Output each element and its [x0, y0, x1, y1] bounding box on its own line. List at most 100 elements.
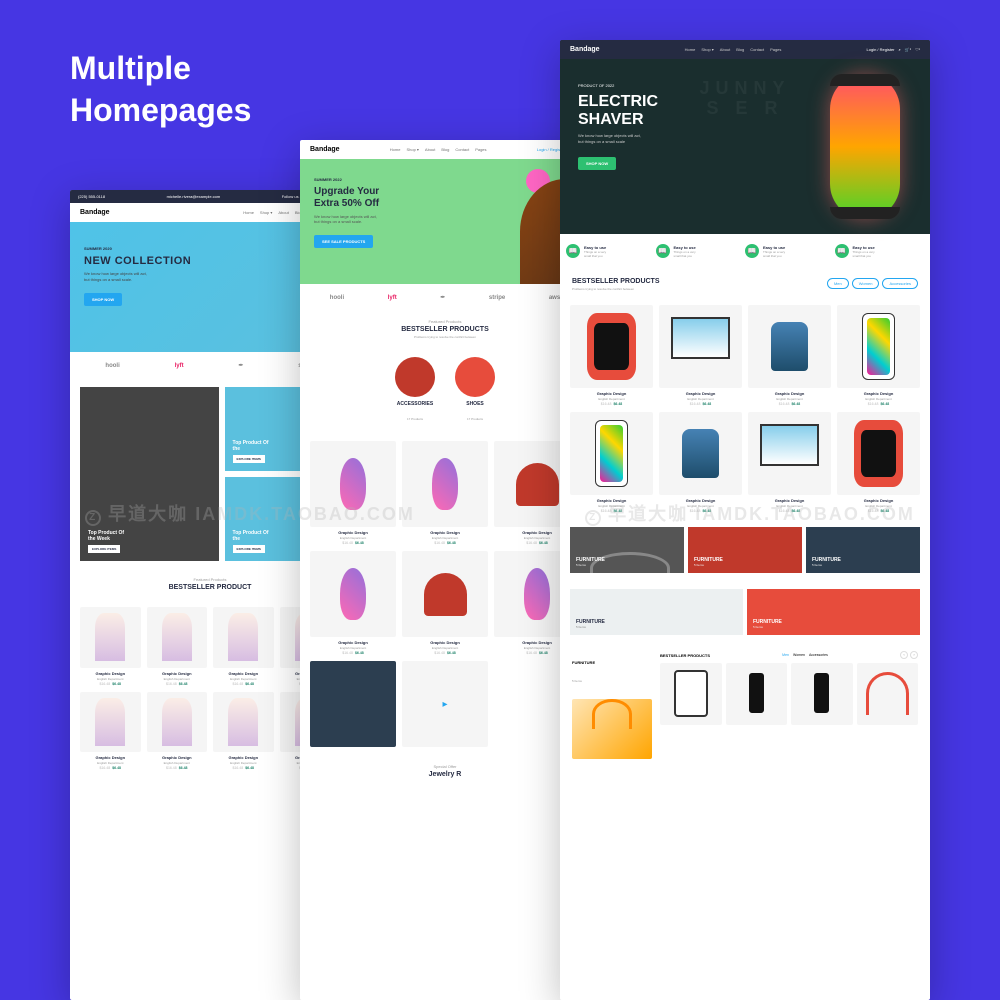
- nav-contact[interactable]: Contact: [455, 147, 469, 152]
- search-icon[interactable]: ⌕: [899, 47, 901, 52]
- explore-button[interactable]: EXPLORE ITEMS: [233, 545, 265, 553]
- nav-pages[interactable]: Pages: [770, 47, 781, 52]
- tabs: Men Women Accessories: [782, 653, 828, 657]
- product-card[interactable]: Graphic DesignEnglish Department$16.48$6…: [147, 692, 208, 771]
- nav-home[interactable]: Home: [243, 210, 254, 215]
- brand-lyft: lyft: [388, 295, 397, 301]
- login-link[interactable]: Login / Register: [867, 47, 895, 52]
- nav-home[interactable]: Home: [390, 147, 401, 152]
- promo-tiles-2: FURNITURE5 Items FURNITURE5 Items: [560, 581, 930, 643]
- sidebar-card[interactable]: FURNITURE 5 Items: [572, 651, 652, 759]
- sidebar-count: 5 Items: [572, 679, 582, 683]
- promo-tile[interactable]: FURNITURE5 Items: [570, 527, 684, 573]
- homepage-mockup-3: Bandage Home Shop ▾ About Blog Contact P…: [560, 40, 930, 1000]
- explore-button[interactable]: EXPLORE ITEMS: [233, 455, 265, 463]
- brand-stripe: stripe: [489, 295, 505, 301]
- nav-blog[interactable]: Blog: [441, 147, 449, 152]
- product-grid: Graphic DesignEnglish Department$16.48$6…: [300, 435, 590, 756]
- category-name: SHOES: [455, 401, 495, 407]
- book-icon: 📖: [656, 244, 670, 258]
- category-shoes[interactable]: SHOES 17 Products: [455, 357, 495, 425]
- product-card[interactable]: Graphic DesignEnglish Department$16.48$6…: [213, 692, 274, 771]
- nav-shop[interactable]: Shop ▾: [701, 47, 713, 52]
- product-card[interactable]: Graphic DesignEnglish Department$16.48$6…: [748, 412, 831, 513]
- fashion-tile-main[interactable]: Top Product Of the Week EXPLORE ITEMS: [80, 387, 219, 561]
- product-card[interactable]: Graphic DesignEnglish Department$16.48$6…: [80, 607, 141, 686]
- sidebar-best-title: BESTSELLER PRODUCTS: [660, 653, 710, 658]
- shop-now-button[interactable]: SHOP NOW: [578, 157, 616, 170]
- section-desc: Problems trying to resolve the conflict …: [308, 335, 582, 339]
- brand-logo[interactable]: Bandage: [570, 46, 600, 53]
- features-row: 📖Easy to useThings on a very small that …: [560, 234, 930, 268]
- product-card[interactable]: Graphic DesignEnglish Department$16.48$6…: [402, 441, 488, 545]
- product-card[interactable]: [726, 663, 788, 728]
- sidebar-image: [572, 699, 652, 759]
- tile-title: Top Product Of the Week: [88, 530, 211, 542]
- wishlist-icon[interactable]: ♡¹: [915, 47, 920, 52]
- tab-accessories[interactable]: Accessories: [809, 653, 828, 657]
- nav-about[interactable]: About: [425, 147, 435, 152]
- product-card[interactable]: [310, 661, 396, 750]
- nav-home[interactable]: Home: [685, 47, 696, 52]
- product-card[interactable]: Graphic DesignEnglish Department$16.48$6…: [310, 441, 396, 545]
- promo-tile[interactable]: FURNITURE5 Items: [688, 527, 802, 573]
- section-desc: Problems trying to resolve the conflict …: [572, 287, 660, 291]
- see-sale-button[interactable]: SEE SALE PRODUCTS: [314, 235, 373, 248]
- arrow-right-icon[interactable]: ›: [910, 651, 918, 659]
- promo-tile[interactable]: FURNITURE5 Items: [806, 527, 920, 573]
- brand-logo[interactable]: Bandage: [80, 209, 110, 216]
- product-card[interactable]: Graphic DesignEnglish Department$16.48$6…: [748, 305, 831, 406]
- hero-product-image: [830, 74, 900, 219]
- product-card[interactable]: Graphic DesignEnglish Department$16.48$6…: [659, 305, 742, 406]
- nav-about[interactable]: About: [720, 47, 730, 52]
- nav-pages[interactable]: Pages: [475, 147, 486, 152]
- product-card[interactable]: Graphic DesignEnglish Department$16.48$6…: [213, 607, 274, 686]
- brand-logo[interactable]: Bandage: [310, 146, 340, 153]
- section-header: Featured Products BESTSELLER PRODUCTS Pr…: [300, 311, 590, 347]
- brand-hooli: hooli: [105, 363, 119, 369]
- product-card[interactable]: Graphic DesignEnglish Department$16.48$6…: [570, 412, 653, 513]
- nav-shop[interactable]: Shop ▾: [406, 147, 418, 152]
- shop-now-button[interactable]: SHOP NOW: [84, 293, 122, 306]
- filter-women[interactable]: Women: [852, 278, 880, 289]
- product-card[interactable]: Graphic DesignEnglish Department$16.48$6…: [837, 305, 920, 406]
- nav-about[interactable]: About: [278, 210, 288, 215]
- tab-women[interactable]: Women: [793, 653, 805, 657]
- product-card[interactable]: Graphic DesignEnglish Department$16.48$6…: [310, 551, 396, 655]
- product-card[interactable]: Graphic DesignEnglish Department$16.48$6…: [837, 412, 920, 513]
- book-icon: 📖: [835, 244, 849, 258]
- nav-blog[interactable]: Blog: [736, 47, 744, 52]
- homepage-mockup-2: Bandage Home Shop ▾ About Blog Contact P…: [300, 140, 590, 1000]
- feature-item: 📖Easy to useThings on a very small that …: [566, 244, 656, 258]
- product-card[interactable]: Graphic DesignEnglish Department$16.48$6…: [80, 692, 141, 771]
- tab-men[interactable]: Men: [782, 653, 789, 657]
- brand-aws: aws: [549, 295, 560, 301]
- product-card[interactable]: [791, 663, 853, 728]
- promo-tiles: FURNITURE5 Items FURNITURE5 Items FURNIT…: [560, 519, 930, 581]
- product-card[interactable]: [660, 663, 722, 728]
- play-icon[interactable]: ▸: [402, 661, 488, 747]
- product-card[interactable]: Graphic DesignEnglish Department$16.48$6…: [659, 412, 742, 513]
- filter-men[interactable]: Men: [827, 278, 849, 289]
- explore-button[interactable]: EXPLORE ITEMS: [88, 545, 120, 553]
- page-title: Multiple Homepages: [70, 48, 251, 131]
- product-card[interactable]: ▸: [402, 661, 488, 750]
- category-accessories[interactable]: ACCESSORIES 17 Products: [395, 357, 435, 425]
- promo-tile[interactable]: FURNITURE5 Items: [747, 589, 920, 635]
- category-name: ACCESSORIES: [395, 401, 435, 407]
- category-image: [455, 357, 495, 397]
- arrow-left-icon[interactable]: ‹: [900, 651, 908, 659]
- nav-actions: Login / Register ⌕ 🛒¹ ♡¹: [867, 47, 921, 52]
- product-card[interactable]: [857, 663, 919, 728]
- product-card[interactable]: Graphic DesignEnglish Department$16.48$6…: [570, 305, 653, 406]
- product-card[interactable]: Graphic DesignEnglish Department$16.48$6…: [402, 551, 488, 655]
- product-card[interactable]: Graphic DesignEnglish Department$16.48$6…: [147, 607, 208, 686]
- promo-tile[interactable]: FURNITURE5 Items: [570, 589, 743, 635]
- cart-icon[interactable]: 🛒¹: [905, 47, 911, 52]
- nav-shop[interactable]: Shop ▾: [260, 210, 272, 215]
- nav-contact[interactable]: Contact: [750, 47, 764, 52]
- category-count: 17 Products: [407, 417, 423, 421]
- topbar-phone: (225) 555-0118: [78, 194, 105, 199]
- hero: JUNNY S E R PRODUCT OF 2022 ELECTRIC SHA…: [560, 59, 930, 234]
- filter-accessories[interactable]: Accessories: [882, 278, 918, 289]
